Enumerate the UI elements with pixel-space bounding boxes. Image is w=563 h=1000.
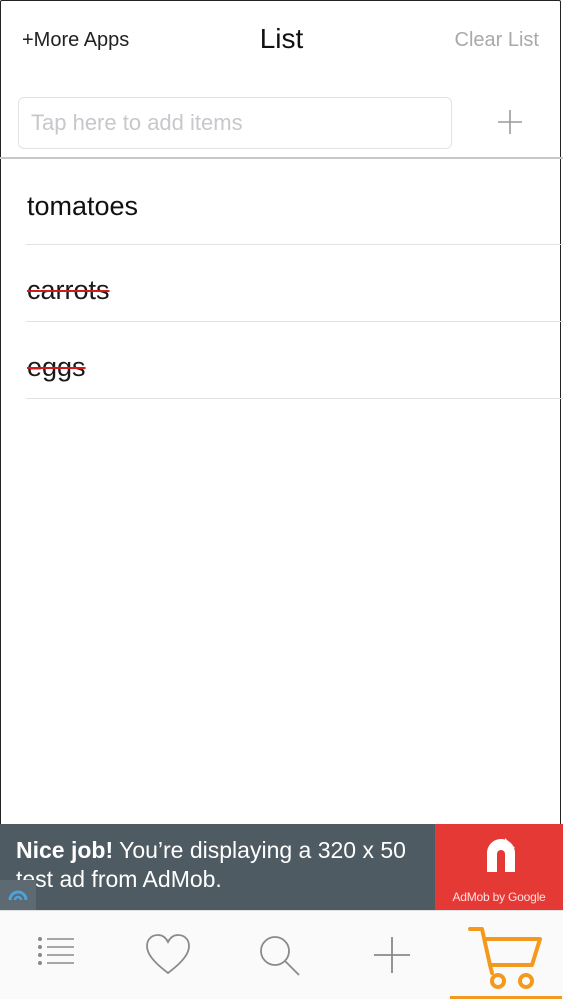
list-item-label-checked: carrots: [27, 275, 110, 305]
add-item-row: [0, 96, 563, 156]
ad-text: Nice job! You’re displaying a 320 x 50 t…: [16, 836, 426, 894]
heart-icon: [146, 934, 190, 975]
ad-choices-icon[interactable]: [0, 880, 36, 910]
list-icon: [38, 937, 74, 965]
tab-list[interactable]: [0, 911, 112, 999]
admob-logo[interactable]: AdMob by Google: [435, 824, 563, 910]
add-item-button[interactable]: [494, 106, 526, 138]
plus-icon: [374, 937, 410, 973]
list-item[interactable]: eggs: [26, 322, 563, 399]
add-item-input[interactable]: [18, 97, 452, 149]
list-item[interactable]: tomatoes: [26, 159, 563, 245]
shopping-list: tomatoes carrots eggs: [0, 159, 563, 399]
tab-bar: [0, 910, 563, 999]
tab-add[interactable]: [336, 911, 448, 999]
list-item-label-checked: eggs: [27, 352, 86, 382]
list-item-label: tomatoes: [27, 191, 139, 221]
ad-headline: Nice job!: [16, 837, 114, 863]
tab-cart[interactable]: [450, 911, 562, 999]
navigation-bar: +More Apps List Clear List: [0, 0, 563, 82]
clear-list-button[interactable]: Clear List: [455, 29, 539, 52]
cart-icon: [468, 927, 542, 989]
admob-icon: [486, 838, 515, 872]
tab-search[interactable]: [224, 911, 336, 999]
tab-favorites[interactable]: [112, 911, 224, 999]
plus-icon: [498, 110, 522, 134]
list-item[interactable]: carrots: [26, 245, 563, 322]
search-icon: [260, 936, 300, 976]
ad-banner[interactable]: Nice job! You’re displaying a 320 x 50 t…: [0, 824, 563, 910]
ad-brand-caption: AdMob by Google: [452, 890, 546, 904]
